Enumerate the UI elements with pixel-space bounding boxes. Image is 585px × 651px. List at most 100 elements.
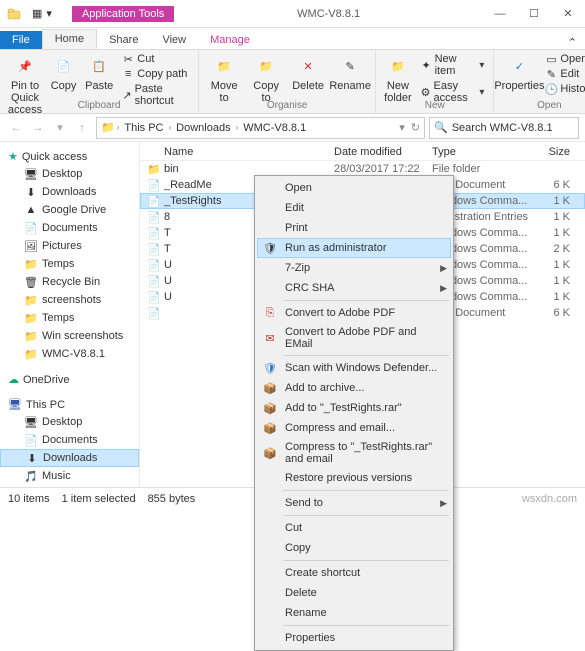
tree-item[interactable]: 📁Temps (0, 255, 139, 273)
nav-up-button[interactable]: ↑ (72, 118, 92, 138)
ctx-addto[interactable]: 📦Add to "_TestRights.rar" (257, 398, 451, 418)
tree-quick-access[interactable]: ★Quick access (0, 146, 139, 165)
file-icon: 📄 (146, 242, 162, 256)
rename-icon: ✎ (338, 54, 362, 78)
ctx-rename[interactable]: Rename (257, 603, 451, 623)
nav-forward-button[interactable]: → (28, 118, 48, 138)
refresh-icon[interactable]: ↻ (411, 121, 420, 134)
nav-recent-button[interactable]: ▾ (50, 118, 70, 138)
cut-button[interactable]: ✂Cut (119, 52, 192, 66)
separator (283, 355, 449, 356)
ctx-7zip[interactable]: 7-Zip▶ (257, 258, 451, 278)
properties-button[interactable]: ✓Properties (500, 52, 538, 94)
breadcrumb[interactable]: 📁› This PC› Downloads› WMC-V8.8.1 ▾ ↻ (96, 117, 425, 139)
tree-item-label: Win screenshots (42, 330, 123, 342)
ctx-print[interactable]: Print (257, 218, 451, 238)
file-icon: 📄 (146, 258, 162, 272)
column-headers[interactable]: Name Date modified Type Size (140, 142, 585, 161)
breadcrumb-seg[interactable]: Downloads (173, 122, 233, 134)
delete-icon: ✕ (296, 54, 320, 78)
tree-item-icon: ⬇ (24, 185, 38, 199)
tree-item[interactable]: ⬇Downloads (0, 449, 139, 467)
tab-view[interactable]: View (150, 31, 198, 49)
ctx-run-as-admin[interactable]: 🛡Run as administrator (257, 238, 451, 258)
newitem-button[interactable]: ✦New item ▾ (418, 52, 488, 78)
edit-button[interactable]: ✎Edit (542, 67, 585, 81)
tab-share[interactable]: Share (97, 31, 150, 49)
tree-item[interactable]: ⬇Downloads (0, 183, 139, 201)
copy-button[interactable]: 📄Copy (48, 52, 79, 94)
open-button[interactable]: ▭Open ▾ (542, 52, 585, 66)
ctx-open[interactable]: Open (257, 178, 451, 198)
breadcrumb-seg[interactable]: WMC-V8.8.1 (240, 122, 309, 134)
history-button[interactable]: 🕒History (542, 82, 585, 96)
nav-back-button[interactable]: ← (6, 118, 26, 138)
tree-item[interactable]: 🗑Recycle Bin (0, 273, 139, 291)
minimize-button[interactable]: — (483, 0, 517, 28)
ctx-sendto[interactable]: Send to▶ (257, 493, 451, 513)
tree-item[interactable]: 🎵Music (0, 467, 139, 485)
tree-item-label: Google Drive (42, 204, 106, 216)
ctx-pdfemail[interactable]: ✉Convert to Adobe PDF and EMail (257, 323, 451, 353)
maximize-button[interactable]: ☐ (517, 0, 551, 28)
app-icon (6, 6, 22, 22)
delete-button[interactable]: ✕Delete (289, 52, 327, 94)
ctx-copy[interactable]: Copy (257, 538, 451, 558)
chevron-right-icon: ▶ (440, 498, 447, 509)
tree-item[interactable]: ▲Google Drive (0, 201, 139, 219)
tree-item[interactable]: 📁Win screenshots (0, 327, 139, 345)
tree-item[interactable]: 📁screenshots (0, 291, 139, 309)
ctx-delete[interactable]: Delete (257, 583, 451, 603)
tab-manage[interactable]: Manage (198, 31, 262, 49)
ctx-restore[interactable]: Restore previous versions (257, 468, 451, 488)
ribbon-collapse-icon[interactable]: ⌃ (560, 36, 585, 49)
ctx-compressto[interactable]: 📦Compress to "_TestRights.rar" and email (257, 438, 451, 468)
tree-item[interactable]: 🖥Desktop (0, 413, 139, 431)
tab-file[interactable]: File (0, 31, 42, 49)
rename-button[interactable]: ✎Rename (331, 52, 369, 94)
ctx-scan[interactable]: 🛡Scan with Windows Defender... (257, 358, 451, 378)
file-icon: 📁 (146, 162, 162, 176)
copypath-button[interactable]: ≡Copy path (119, 67, 192, 81)
search-input[interactable]: 🔍 Search WMC-V8.8.1 (429, 117, 579, 139)
ctx-archive[interactable]: 📦Add to archive... (257, 378, 451, 398)
tree-item[interactable]: 📄Documents (0, 219, 139, 237)
ctx-crcsha[interactable]: CRC SHA▶ (257, 278, 451, 298)
file-icon: 📄 (146, 274, 162, 288)
group-label: Open (500, 100, 585, 111)
moveto-button[interactable]: 📁Move to (205, 52, 243, 106)
newfolder-button[interactable]: 📁New folder (382, 52, 414, 106)
tree-item[interactable]: 📄Documents (0, 431, 139, 449)
qat-newfolder-icon[interactable]: ▾ (46, 7, 52, 20)
file-icon: 📄 (146, 226, 162, 240)
tree-thispc[interactable]: 🖥This PC (0, 394, 139, 413)
tree-item[interactable]: 🖼Pictures (0, 237, 139, 255)
breadcrumb-seg[interactable]: This PC (121, 122, 166, 134)
ribbon-group-organise: 📁Move to 📁Copy to ✕Delete ✎Rename Organi… (199, 50, 376, 113)
ctx-shortcut[interactable]: Create shortcut (257, 563, 451, 583)
col-size[interactable]: Size (530, 146, 570, 158)
tree-item[interactable]: 🖼Pictures (0, 485, 139, 487)
copyto-button[interactable]: 📁Copy to (247, 52, 285, 106)
tree-item[interactable]: 📁WMC-V8.8.1 (0, 345, 139, 363)
tree-item[interactable]: 📁Temps (0, 309, 139, 327)
easyaccess-icon: ⚙ (421, 86, 431, 98)
col-type[interactable]: Type (432, 146, 530, 158)
col-date[interactable]: Date modified (334, 146, 432, 158)
tab-home[interactable]: Home (42, 29, 97, 49)
paste-button[interactable]: 📋Paste (83, 52, 115, 94)
tree-item[interactable]: 🖥Desktop (0, 165, 139, 183)
ctx-properties[interactable]: Properties (257, 628, 451, 648)
ctx-cut[interactable]: Cut (257, 518, 451, 538)
close-button[interactable]: ✕ (551, 0, 585, 28)
qat-properties-icon[interactable]: ▦ (32, 7, 42, 20)
ctx-compressemail[interactable]: 📦Compress and email... (257, 418, 451, 438)
pc-icon: 🖥 (8, 398, 22, 411)
col-name[interactable]: Name (164, 146, 334, 158)
ctx-edit[interactable]: Edit (257, 198, 451, 218)
breadcrumb-dropdown-icon[interactable]: ▾ (399, 121, 405, 134)
ctx-pdf[interactable]: ⎘Convert to Adobe PDF (257, 303, 451, 323)
copyto-icon: 📁 (254, 54, 278, 78)
tree-onedrive[interactable]: ☁OneDrive (0, 369, 139, 388)
defender-icon: 🛡 (261, 361, 279, 375)
